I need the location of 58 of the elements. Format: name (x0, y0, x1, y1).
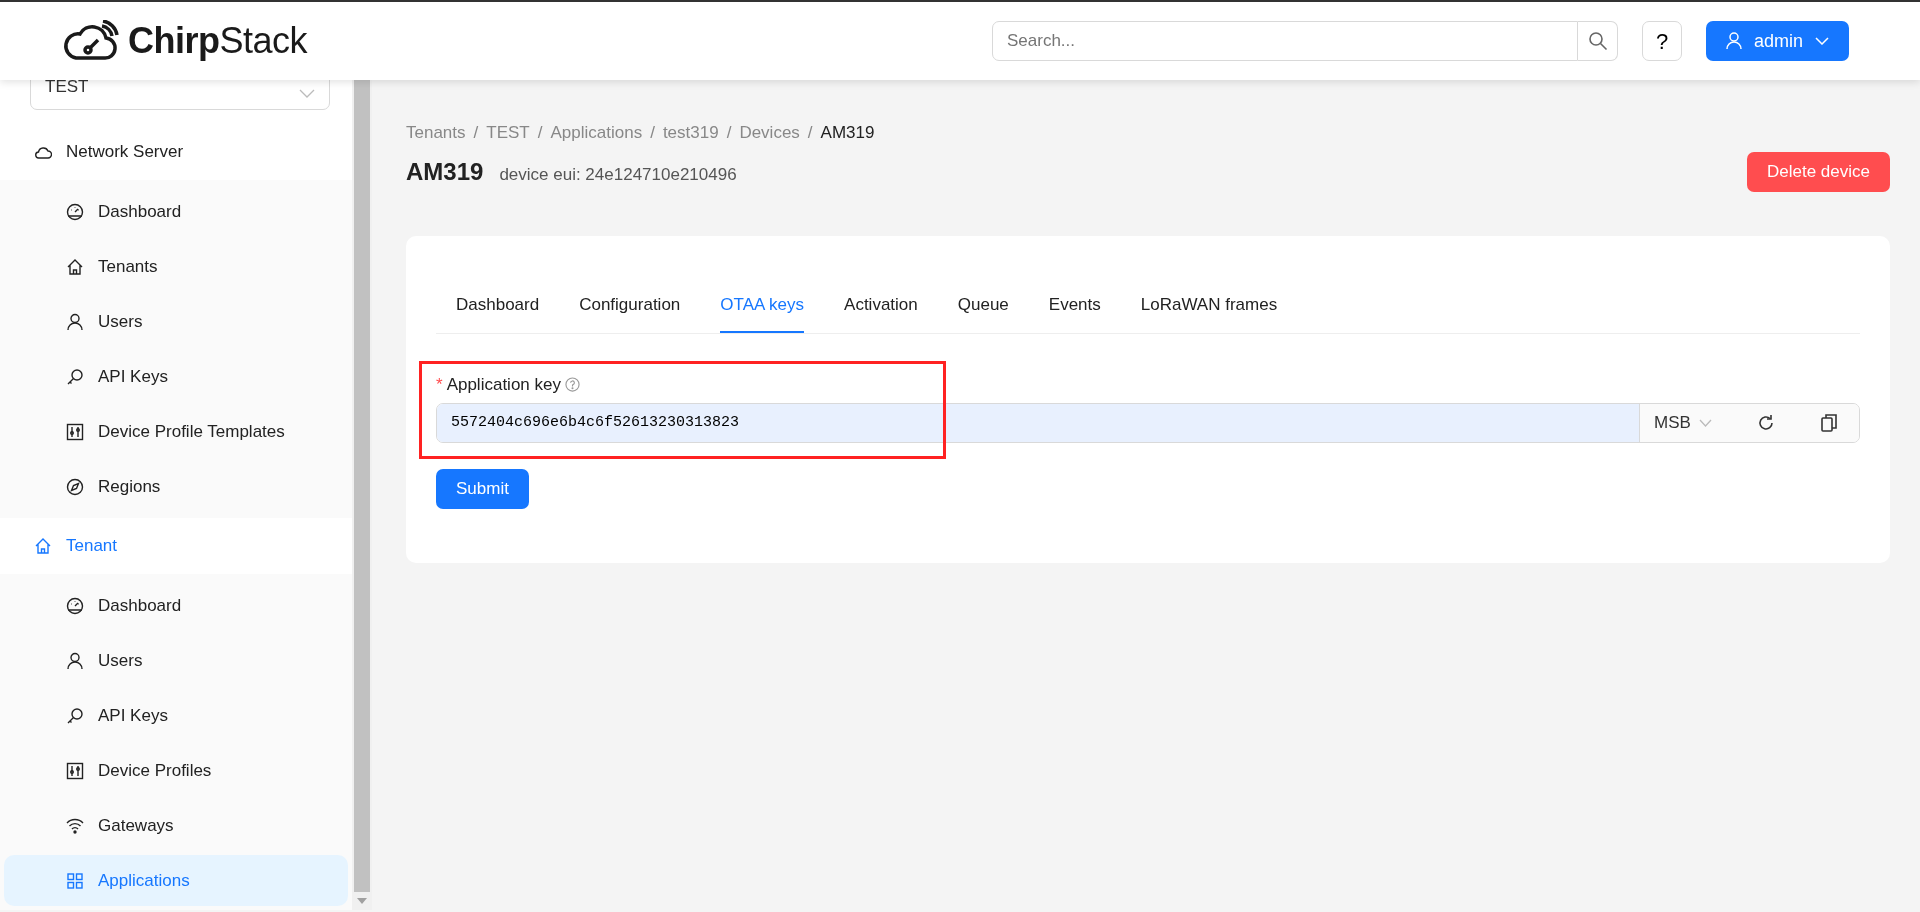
tab[interactable]: OTAA keys (720, 292, 805, 333)
sidebar-item[interactable]: Regions (4, 461, 348, 512)
house-icon (66, 257, 84, 276)
gauge-icon (66, 596, 84, 615)
search-icon (1587, 31, 1608, 51)
tab[interactable]: Dashboard (456, 292, 540, 333)
sidebar-section[interactable]: Tenant (0, 518, 352, 574)
house-icon (34, 537, 52, 555)
key-icon (66, 706, 84, 725)
tab[interactable]: Queue (957, 292, 1009, 333)
required-mark: * (436, 373, 443, 396)
breadcrumb-separator: / (473, 122, 479, 144)
sidebar-item[interactable]: Gateways (4, 800, 348, 851)
sidebar-item[interactable]: API Keys (4, 351, 348, 402)
sidebar-item[interactable]: API Keys (4, 690, 348, 741)
search-button[interactable] (1578, 21, 1618, 61)
wifi-icon (66, 816, 84, 835)
help-button[interactable]: ? (1642, 21, 1682, 61)
sidebar-item[interactable]: Dashboard (4, 580, 348, 631)
sliders-icon (66, 761, 84, 780)
user-icon (66, 312, 84, 331)
grid-icon (66, 871, 84, 890)
breadcrumb-separator: / (537, 122, 543, 144)
user-menu-button[interactable]: admin (1706, 21, 1850, 61)
user-icon (66, 651, 84, 670)
scrollbar[interactable] (352, 80, 372, 910)
sidebar-item[interactable]: Users (4, 296, 348, 347)
sidebar-item[interactable]: Device Profiles (4, 745, 348, 796)
sidebar-section[interactable]: Network Server (0, 124, 352, 180)
sidebar-item[interactable]: Tenants (4, 241, 348, 292)
user-icon (1726, 32, 1742, 50)
sidebar-item[interactable]: Dashboard (4, 186, 348, 237)
search-field[interactable]: Search... (992, 21, 1578, 61)
field-label: Application key (446, 373, 561, 396)
sliders-icon (66, 422, 84, 441)
breadcrumb-separator: / (650, 122, 655, 144)
sidebar-item[interactable]: Users (4, 635, 348, 686)
tab[interactable]: LoRaWAN frames (1140, 292, 1278, 333)
sidebar-item[interactable]: Applications (4, 855, 348, 906)
tab[interactable]: Activation (844, 292, 918, 333)
key-icon (66, 367, 84, 386)
page-title: AM319 (406, 156, 484, 187)
breadcrumb-separator: / (807, 122, 813, 144)
tab[interactable]: Configuration (579, 292, 681, 333)
sidebar-item[interactable]: Device Profile Templates (4, 406, 348, 457)
caret-icon (299, 89, 315, 99)
breadcrumb-separator: / (726, 122, 732, 144)
tenant-select[interactable]: TEST (30, 80, 330, 110)
caret-icon (1815, 37, 1830, 45)
breadcrumb-current: AM319 (820, 122, 875, 144)
compass-icon (66, 477, 84, 496)
logo-text: ChirpStack (128, 23, 308, 59)
gauge-icon (66, 202, 84, 221)
help-icon (564, 376, 580, 392)
cloud-logo-icon (62, 20, 120, 62)
submit-button[interactable]: Submit (436, 469, 529, 509)
device-eui-text: device eui: 24e124710e210496 (499, 163, 737, 186)
tab[interactable]: Events (1048, 292, 1101, 333)
